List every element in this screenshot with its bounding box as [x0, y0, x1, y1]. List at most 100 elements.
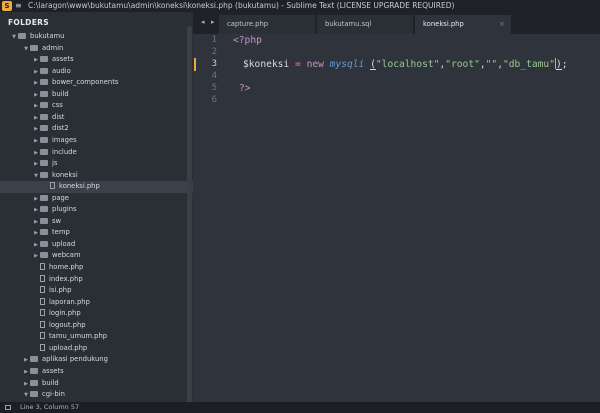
tab-prev-icon[interactable]: ◂: [201, 18, 205, 26]
tree-item[interactable]: ▶ page: [0, 193, 193, 205]
tree-item-label: css: [52, 101, 63, 110]
folder-icon: [40, 113, 48, 120]
folder-icon: [30, 367, 38, 374]
tree-item-label: koneksi.php: [59, 182, 100, 191]
tree-item[interactable]: ▶ js: [0, 158, 193, 170]
tree-item[interactable]: laporan.php: [0, 297, 193, 309]
folder-icon: [40, 171, 48, 178]
tree-item[interactable]: ▶ dist: [0, 112, 193, 124]
folder-icon: [40, 67, 48, 74]
code-line-5[interactable]: ?>: [239, 82, 251, 95]
tree-item-label: dist2: [52, 124, 69, 133]
tree-item-label: js: [52, 159, 58, 168]
tree-item[interactable]: ▼ koneksi: [0, 170, 193, 182]
tree-item[interactable]: ▶ sw: [0, 216, 193, 228]
hamburger-menu-icon[interactable]: ≡: [15, 0, 23, 12]
tree-item-label: bower_components: [52, 78, 119, 87]
tree-item-label: audio: [52, 66, 71, 75]
php-close-tag: ?>: [239, 83, 251, 94]
code-line-3[interactable]: $koneksi = new mysqli ("localhost","root…: [243, 58, 568, 71]
tree-item[interactable]: logout.php: [0, 320, 193, 332]
tree-item-label: tamu_umum.php: [49, 332, 108, 341]
close-tab-icon[interactable]: ×: [499, 15, 505, 34]
tree-item[interactable]: upload.php: [0, 343, 193, 355]
code-keyword-new: new: [306, 59, 324, 70]
folder-icon: [40, 217, 48, 224]
status-bar: Line 3, Column 57: [0, 402, 600, 413]
code-line-1[interactable]: <?php: [233, 34, 262, 47]
title-bar: S ≡ C:\laragon\www\bukutamu\admin\koneks…: [0, 0, 600, 12]
tree-item-label: bukutamu: [30, 32, 65, 40]
tree-item-label: laporan.php: [49, 297, 90, 306]
tab-bukutamu-sql[interactable]: bukutamu.sql: [317, 15, 413, 34]
tree-item-label: build: [52, 89, 69, 98]
file-icon: [40, 263, 45, 270]
tree-item[interactable]: ▶ audio: [0, 66, 193, 78]
folder-icon: [40, 240, 48, 247]
folder-icon: [40, 79, 48, 86]
tree-item[interactable]: ▶ css: [0, 100, 193, 112]
tree-item[interactable]: ▶ temp: [0, 227, 193, 239]
cursor-position: Line 3, Column 57: [20, 403, 80, 411]
file-icon: [40, 297, 45, 305]
file-icon: [50, 182, 55, 190]
sidebar-scrollbar[interactable]: [187, 26, 192, 402]
folder-icon: [40, 194, 48, 201]
tree-item-label: admin: [42, 43, 64, 52]
code-editor[interactable]: 1 2 3 4 5 6 <?php $koneksi = new mysqli …: [193, 34, 600, 402]
tree-item[interactable]: ▶ webcam: [0, 250, 193, 262]
tree-item[interactable]: ▶ bower_components: [0, 77, 193, 89]
tree-item-label: index.php: [49, 274, 83, 283]
tree-item[interactable]: ▶ build: [0, 378, 193, 390]
tree-item-label: login.php: [49, 309, 81, 318]
tree-item[interactable]: ▶ aplikasi pendukung: [0, 354, 193, 366]
panel-toggle-icon[interactable]: [5, 405, 11, 410]
tree-item-label: webcam: [52, 251, 81, 260]
file-icon: [40, 286, 45, 294]
tree-item-label: assets: [52, 55, 74, 64]
tree-item-label: page: [52, 193, 69, 202]
tab-capture-php[interactable]: capture.php: [219, 15, 315, 34]
tree-item[interactable]: tamu_umum.php: [0, 331, 193, 343]
tree-item[interactable]: ▶ upload: [0, 239, 193, 251]
chevron-down-icon[interactable]: ▼: [22, 390, 30, 402]
folder-icon: [40, 229, 48, 236]
tree-item[interactable]: ▶ plugins: [0, 204, 193, 216]
tree-item-label: include: [52, 147, 77, 156]
tree-item[interactable]: index.php: [0, 274, 193, 286]
tree-item[interactable]: ▼ bukutamu: [0, 31, 193, 43]
tree-item-label: images: [52, 135, 77, 144]
file-icon: [40, 274, 45, 282]
tree-item[interactable]: ▶ build: [0, 89, 193, 101]
tree-item[interactable]: koneksi.php: [0, 181, 193, 193]
tab-koneksi-php[interactable]: koneksi.php ×: [415, 15, 511, 34]
tree-item[interactable]: login.php: [0, 308, 193, 320]
tree-item-label: home.php: [49, 263, 84, 271]
tree-item[interactable]: ▶ dist2: [0, 123, 193, 135]
tree-item[interactable]: ▼ admin: [0, 43, 193, 55]
tree-item-label: logout.php: [49, 320, 86, 329]
tab-label: koneksi.php: [423, 20, 464, 28]
tree-item[interactable]: ▶ images: [0, 135, 193, 147]
tree-item[interactable]: isi.php: [0, 285, 193, 297]
tree-item-label: isi.php: [49, 286, 72, 295]
folder-icon: [40, 148, 48, 155]
folder-icon: [30, 379, 38, 386]
tree-item[interactable]: ▶ include: [0, 147, 193, 159]
folder-icon: [30, 391, 38, 398]
tree-item[interactable]: ▶ assets: [0, 366, 193, 378]
tab-label: bukutamu.sql: [325, 20, 372, 28]
tree-item[interactable]: home.php: [0, 262, 193, 274]
code-class-name: mysqli: [329, 59, 365, 70]
tab-next-icon[interactable]: ▸: [211, 18, 215, 26]
tree-item[interactable]: ▼ cgi-bin: [0, 389, 193, 401]
sublime-text-icon: S: [2, 1, 12, 11]
folder-icon: [40, 125, 48, 132]
folder-icon: [40, 56, 48, 63]
code-operator: =: [295, 59, 301, 70]
folder-icon: [30, 44, 38, 51]
folder-icon: [30, 356, 38, 363]
tree-item[interactable]: ▶ assets: [0, 54, 193, 66]
tree-item-label: temp: [52, 228, 70, 237]
folder-icon: [40, 90, 48, 97]
